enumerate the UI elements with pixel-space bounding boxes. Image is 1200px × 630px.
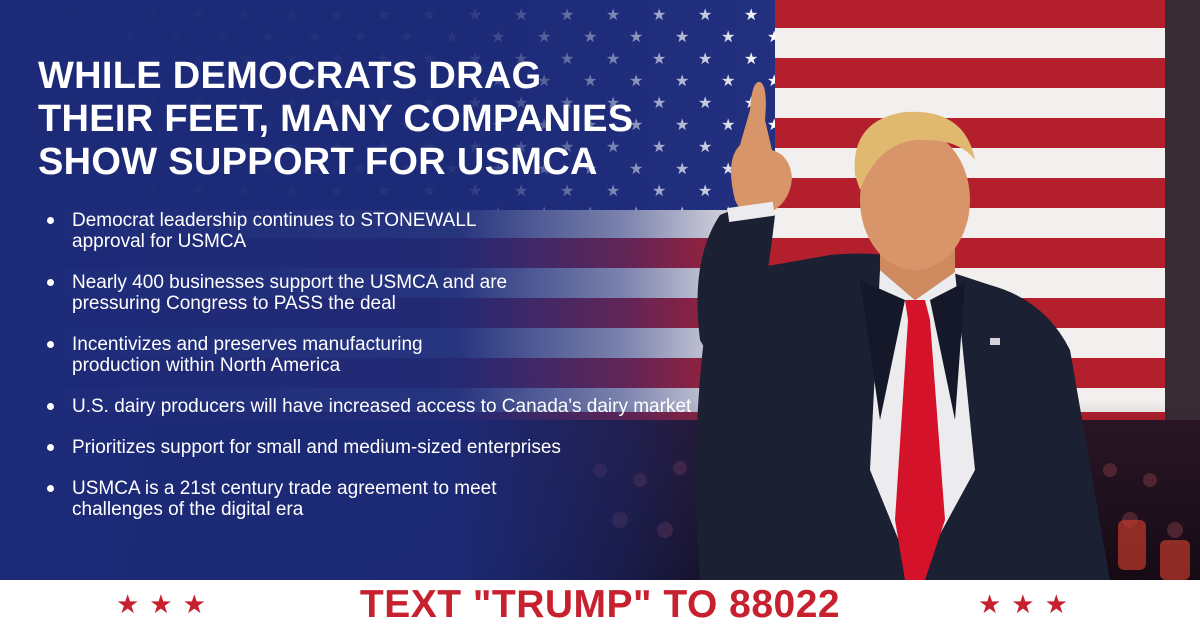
hero-banner: ★ ★ — [0, 0, 1200, 580]
bullet-text-line-1: U.S. dairy producers will have increased… — [72, 396, 692, 417]
bullet-text-line-2: approval for USMCA — [72, 231, 247, 252]
bullet-text-line-1: Incentivizes and preserves manufacturing — [72, 334, 423, 355]
bullet-list: Democrat leadership continues to STONEWA… — [42, 210, 832, 540]
bullet-item: U.S. dairy producers will have increased… — [42, 396, 832, 417]
bullet-dot-icon — [47, 341, 54, 348]
bullet-dot-icon — [47, 403, 54, 410]
bullet-item: USMCA is a 21st century trade agreement … — [42, 478, 832, 520]
bullet-text-line-2: production within North America — [72, 355, 341, 376]
headline-line-1: WHILE DEMOCRATS DRAG — [38, 55, 542, 97]
bullet-text-line-2: challenges of the digital era — [72, 499, 304, 520]
bullet-dot-icon — [47, 217, 54, 224]
bullet-text-line-1: Nearly 400 businesses support the USMCA … — [72, 272, 508, 293]
bullet-text-line-1: USMCA is a 21st century trade agreement … — [72, 478, 497, 499]
bullet-text-line-1: Prioritizes support for small and medium… — [72, 437, 561, 458]
bullet-item: Nearly 400 businesses support the USMCA … — [42, 272, 832, 314]
headline-line-2: THEIR FEET, MANY COMPANIES — [38, 98, 634, 140]
bullet-dot-icon — [47, 444, 54, 451]
headline: WHILE DEMOCRATS DRAG THEIR FEET, MANY CO… — [38, 55, 633, 184]
bullet-dot-icon — [47, 485, 54, 492]
bullet-dot-icon — [47, 279, 54, 286]
bullet-text-line-1: Democrat leadership continues to STONEWA… — [72, 210, 477, 231]
footer-bar: ★★★ TEXT "TRUMP" TO 88022 ★★★ — [0, 580, 1200, 630]
headline-line-3: SHOW SUPPORT FOR USMCA — [38, 141, 598, 183]
bullet-item: Incentivizes and preserves manufacturing… — [42, 334, 832, 376]
bullet-item: Prioritizes support for small and medium… — [42, 437, 832, 458]
stars-right-icon: ★★★ — [978, 590, 1078, 620]
bullet-text-line-2: pressuring Congress to PASS the deal — [72, 293, 396, 314]
bullet-item: Democrat leadership continues to STONEWA… — [42, 210, 832, 252]
